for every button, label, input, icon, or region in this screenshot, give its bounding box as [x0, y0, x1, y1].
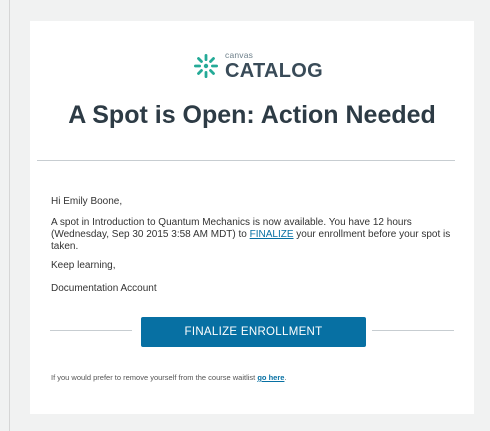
closing: Keep learning,: [51, 260, 116, 271]
availability-message: A spot in Introduction to Quantum Mechan…: [51, 217, 451, 253]
remove-from-waitlist-link[interactable]: go here: [257, 373, 284, 382]
greeting: Hi Emily Boone,: [51, 196, 123, 207]
finalize-enrollment-button[interactable]: FINALIZE ENROLLMENT: [141, 317, 366, 347]
window-edge: [9, 0, 10, 431]
cta-divider-left: [50, 330, 132, 331]
header-divider: [37, 160, 455, 161]
footer-note: If you would prefer to remove yourself f…: [51, 373, 461, 382]
page-title: A Spot is Open: Action Needed: [30, 101, 474, 130]
cta-divider-right: [372, 330, 454, 331]
canvas-catalog-logo: canvas CATALOG: [193, 51, 323, 81]
pinwheel-icon: [194, 54, 218, 78]
finalize-link[interactable]: FINALIZE: [250, 229, 294, 240]
headline-bold: Action Needed: [260, 101, 436, 129]
logo-small-text: canvas: [225, 50, 254, 61]
logo-big-text: CATALOG: [225, 59, 324, 82]
headline-plain: A Spot is Open:: [68, 101, 261, 129]
footer-period: .: [284, 373, 287, 382]
signature: Documentation Account: [51, 283, 157, 294]
footer-text: If you would prefer to remove yourself f…: [51, 373, 258, 382]
email-card: canvas CATALOG A Spot is Open: Action Ne…: [30, 21, 474, 414]
logo-wordmark: canvas CATALOG: [225, 51, 323, 81]
